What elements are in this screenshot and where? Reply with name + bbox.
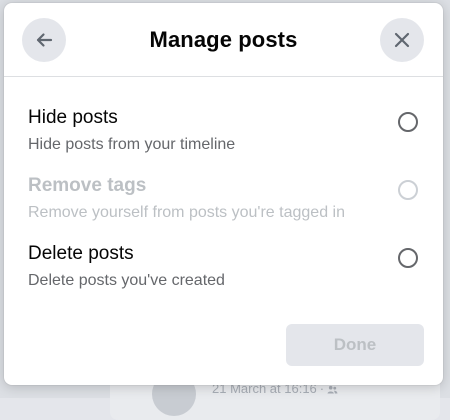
option-delete-posts[interactable]: Delete posts Delete posts you've created — [4, 238, 443, 306]
close-button[interactable] — [380, 18, 424, 62]
dialog-title: Manage posts — [149, 27, 298, 52]
friends-icon — [327, 385, 338, 394]
option-description: Delete posts you've created — [28, 272, 225, 289]
radio-remove-tags — [398, 180, 418, 200]
option-title: Remove tags — [28, 175, 147, 196]
option-title: Hide posts — [28, 107, 118, 128]
option-title: Delete posts — [28, 243, 134, 264]
option-description: Hide posts from your timeline — [28, 136, 236, 153]
radio-delete-posts[interactable] — [398, 248, 418, 268]
radio-hide-posts[interactable] — [398, 112, 418, 132]
done-button[interactable]: Done — [286, 324, 424, 366]
dialog-header: Manage posts — [4, 3, 443, 77]
option-remove-tags: Remove tags Remove yourself from posts y… — [4, 170, 443, 238]
options-list: Hide posts Hide posts from your timeline… — [4, 102, 443, 306]
close-icon — [394, 32, 410, 48]
manage-posts-dialog: Manage posts Hide posts Hide posts from … — [4, 3, 443, 385]
option-hide-posts[interactable]: Hide posts Hide posts from your timeline — [4, 102, 443, 170]
option-description: Remove yourself from posts you're tagged… — [28, 204, 345, 221]
